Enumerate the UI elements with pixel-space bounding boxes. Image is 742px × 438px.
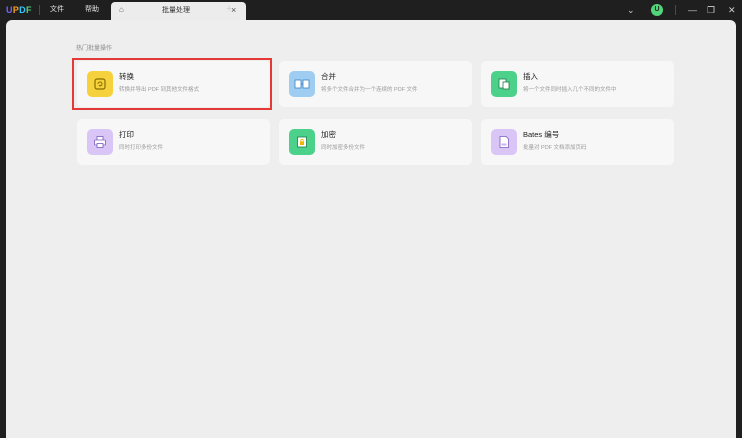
card-desc: 将多个文件合并为一个连续的 PDF 文件: [321, 87, 418, 93]
close-window-button[interactable]: ✕: [728, 0, 736, 20]
card-desc: 批量对 PDF 文档添加页码: [523, 145, 587, 151]
print-icon: [87, 129, 113, 155]
home-icon[interactable]: ⌂: [119, 5, 124, 15]
updf-logo: UPDF: [6, 5, 32, 15]
card-print[interactable]: 打印 同时打印多份文件: [77, 119, 270, 165]
lock-icon: [289, 129, 315, 155]
merge-icon: [289, 71, 315, 97]
card-desc: 将一个文件同时插入几个不同的文件中: [523, 87, 617, 93]
chevron-down-icon[interactable]: ⌄: [627, 0, 635, 20]
card-merge[interactable]: 合并 将多个文件合并为一个连续的 PDF 文件: [279, 61, 472, 107]
menu-file[interactable]: 文件: [50, 4, 64, 16]
bates-icon: [491, 129, 517, 155]
title-divider: [39, 5, 40, 15]
tab-title: 批量处理: [162, 7, 190, 14]
card-bates[interactable]: Bates 编号 批量对 PDF 文档添加页码: [481, 119, 674, 165]
controls-divider: [675, 5, 676, 15]
card-title: 插入: [523, 72, 538, 81]
card-insert[interactable]: 插入 将一个文件同时插入几个不同的文件中: [481, 61, 674, 107]
new-tab-button[interactable]: +: [226, 3, 232, 15]
card-title: 合并: [321, 72, 336, 81]
insert-icon: [491, 71, 517, 97]
card-title: 加密: [321, 130, 336, 139]
selection-highlight: [72, 58, 272, 110]
card-encrypt[interactable]: 加密 同时加密多份文件: [279, 119, 472, 165]
batch-panel: 热门批量操作 转换 转换并导出 PDF 到其他文件格式 合并 将多个文件合并为一…: [6, 20, 736, 438]
card-desc: 同时加密多份文件: [321, 145, 366, 151]
card-desc: 同时打印多份文件: [119, 145, 164, 151]
card-title: 打印: [119, 130, 134, 139]
card-title: Bates 编号: [523, 130, 560, 139]
minimize-button[interactable]: —: [688, 0, 697, 20]
section-title: 热门批量操作: [76, 46, 113, 52]
restore-button[interactable]: ❐: [707, 0, 715, 20]
menu-help[interactable]: 帮助: [85, 4, 99, 16]
avatar[interactable]: U: [651, 4, 663, 16]
title-bar: UPDF 文件 帮助 ⌂ 批量处理 × + ⌄ U — ❐ ✕: [0, 0, 742, 20]
